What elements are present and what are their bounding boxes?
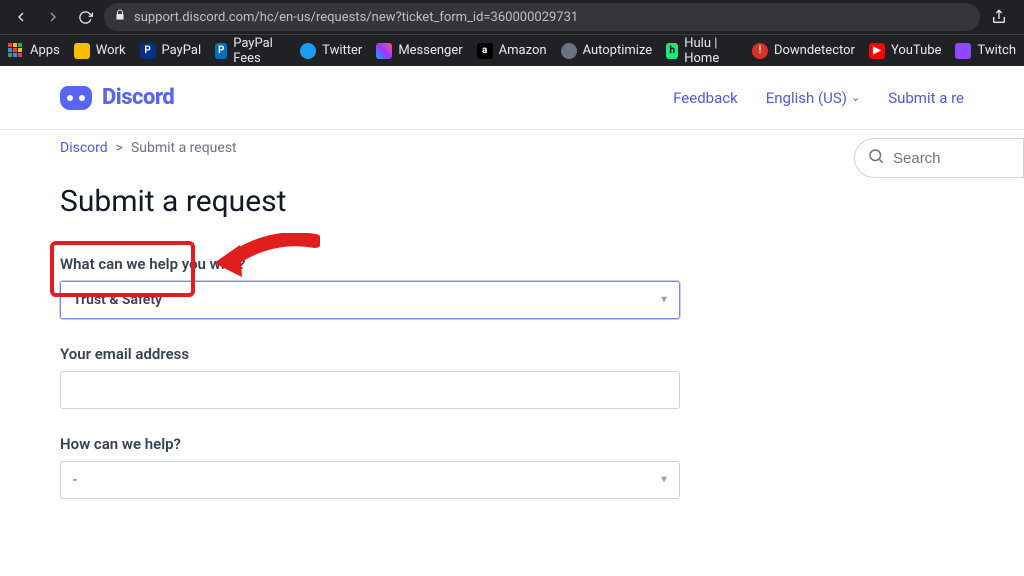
bookmark-work[interactable]: Work bbox=[74, 43, 126, 59]
bookmark-label: Hulu | Home bbox=[684, 36, 738, 66]
chevron-down-icon: ▼ bbox=[659, 295, 669, 306]
field-email: Your email address bbox=[60, 345, 680, 409]
site-header: Discord Feedback English (US) ⌄ Submit a… bbox=[0, 66, 1024, 130]
bookmark-messenger[interactable]: Messenger bbox=[376, 43, 462, 59]
page-title: Submit a request bbox=[60, 184, 964, 219]
label-help-with: What can we help you with? bbox=[60, 255, 680, 273]
browser-chrome: support.discord.com/hc/en-us/requests/ne… bbox=[0, 0, 1024, 66]
page-body: Discord Feedback English (US) ⌄ Submit a… bbox=[0, 66, 1024, 576]
bookmark-label: Twitch bbox=[977, 43, 1016, 58]
share-icon[interactable] bbox=[986, 4, 1012, 30]
breadcrumb-sep: > bbox=[116, 140, 123, 156]
link-label: Submit a re bbox=[888, 89, 964, 107]
breadcrumb-current: Submit a request bbox=[131, 140, 237, 156]
bookmark-twitter[interactable]: Twitter bbox=[300, 43, 362, 59]
folder-icon bbox=[74, 43, 90, 59]
apps-grid-icon bbox=[8, 43, 24, 59]
bookmark-downdetector[interactable]: ! Downdetector bbox=[752, 43, 855, 59]
messenger-icon bbox=[376, 43, 392, 59]
bookmark-label: Autoptimize bbox=[583, 43, 653, 58]
search-box[interactable] bbox=[854, 138, 1024, 178]
hulu-icon: h bbox=[666, 43, 678, 59]
bookmark-paypal[interactable]: P PayPal bbox=[140, 43, 202, 59]
bookmark-autoptimize[interactable]: Autoptimize bbox=[561, 43, 653, 59]
bookmark-paypal-fees[interactable]: P PayPal Fees bbox=[215, 36, 286, 66]
bookmark-hulu[interactable]: h Hulu | Home bbox=[666, 36, 738, 66]
bookmark-label: Work bbox=[96, 43, 126, 58]
url-text: support.discord.com/hc/en-us/requests/ne… bbox=[134, 10, 578, 25]
submit-request-link[interactable]: Submit a re bbox=[888, 89, 964, 107]
twitch-icon bbox=[955, 43, 971, 59]
content-area: Discord > Submit a request Submit a requ… bbox=[0, 130, 1024, 499]
email-input-wrap bbox=[60, 371, 680, 409]
bookmark-twitch[interactable]: Twitch bbox=[955, 43, 1016, 59]
label-how-help: How can we help? bbox=[60, 435, 680, 453]
youtube-icon: ▶ bbox=[869, 43, 885, 59]
twitter-icon bbox=[300, 43, 316, 59]
brand-name: Discord bbox=[102, 85, 174, 110]
discord-logo-icon bbox=[60, 86, 92, 110]
forward-button[interactable] bbox=[40, 4, 66, 30]
feedback-link[interactable]: Feedback bbox=[673, 89, 738, 107]
language-select[interactable]: English (US) ⌄ bbox=[766, 89, 860, 107]
autoptimize-icon bbox=[561, 43, 577, 59]
bookmark-label: Apps bbox=[30, 43, 60, 58]
select-value: - bbox=[73, 472, 77, 488]
select-help-with[interactable]: Trust & Safety ▼ bbox=[60, 281, 680, 319]
bookmark-apps[interactable]: Apps bbox=[8, 43, 60, 59]
address-row: support.discord.com/hc/en-us/requests/ne… bbox=[0, 0, 1024, 34]
bookmark-label: PayPal Fees bbox=[233, 36, 286, 66]
bookmark-label: Twitter bbox=[322, 43, 362, 58]
breadcrumb-root[interactable]: Discord bbox=[60, 140, 108, 156]
chevron-down-icon: ⌄ bbox=[851, 91, 860, 104]
bookmark-label: PayPal bbox=[162, 43, 202, 58]
search-input[interactable] bbox=[893, 150, 1011, 167]
field-how-help: How can we help? - ▼ bbox=[60, 435, 680, 499]
lock-icon bbox=[114, 9, 126, 25]
request-form: What can we help you with? Trust & Safet… bbox=[60, 255, 680, 499]
chevron-down-icon: ▼ bbox=[659, 475, 669, 486]
back-button[interactable] bbox=[8, 4, 34, 30]
brand[interactable]: Discord bbox=[60, 85, 174, 110]
paypal-fees-icon: P bbox=[215, 43, 227, 59]
select-value: Trust & Safety bbox=[73, 292, 162, 308]
select-how-help[interactable]: - ▼ bbox=[60, 461, 680, 499]
bookmark-youtube[interactable]: ▶ YouTube bbox=[869, 43, 942, 59]
bookmark-label: Amazon bbox=[499, 43, 547, 58]
link-label: Feedback bbox=[673, 89, 738, 107]
bookmark-amazon[interactable]: a Amazon bbox=[477, 43, 547, 59]
label-email: Your email address bbox=[60, 345, 680, 363]
address-bar[interactable]: support.discord.com/hc/en-us/requests/ne… bbox=[104, 3, 980, 31]
downdetector-icon: ! bbox=[752, 43, 768, 59]
bookmark-label: Messenger bbox=[398, 43, 462, 58]
paypal-icon: P bbox=[140, 43, 156, 59]
field-help-with: What can we help you with? Trust & Safet… bbox=[60, 255, 680, 319]
amazon-icon: a bbox=[477, 43, 493, 59]
link-label: English (US) bbox=[766, 89, 847, 107]
breadcrumb: Discord > Submit a request bbox=[60, 138, 964, 184]
bookmark-label: Downdetector bbox=[774, 43, 855, 58]
bookmarks-bar: Apps Work P PayPal P PayPal Fees Twitter M… bbox=[0, 34, 1024, 66]
email-field[interactable] bbox=[73, 372, 667, 408]
search-icon bbox=[867, 147, 885, 169]
reload-button[interactable] bbox=[72, 4, 98, 30]
bookmark-label: YouTube bbox=[891, 43, 942, 58]
